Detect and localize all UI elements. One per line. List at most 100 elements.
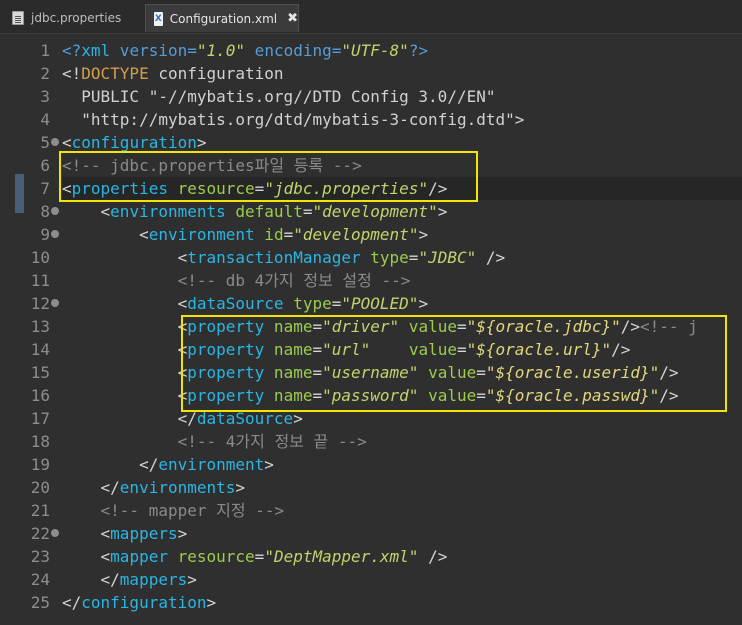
code-token: ?> (408, 41, 429, 60)
fold-toggle-icon[interactable] (51, 529, 59, 537)
code-token: > (418, 225, 429, 244)
line-number: 2 (40, 64, 50, 83)
code-line[interactable]: <environments default="development"> (62, 200, 448, 223)
code-token: > (187, 570, 197, 589)
code-line[interactable]: <dataSource type="POOLED"> (62, 292, 428, 315)
code-token: "1.0" (196, 41, 246, 60)
code-token: = (283, 225, 294, 244)
code-line[interactable]: <!-- 4가지 정보 끝 --> (62, 430, 367, 453)
fold-toggle-icon[interactable] (51, 207, 59, 215)
code-token: "POOLED" (341, 294, 419, 313)
code-line[interactable]: <environment id="development"> (62, 223, 428, 246)
code-token: "development" (293, 225, 419, 244)
code-token: default (225, 202, 303, 221)
line-number: 22 (30, 524, 50, 543)
line-number: 6 (40, 156, 50, 175)
code-token: < (62, 248, 188, 267)
code-token: mappers (110, 524, 178, 543)
code-token: resource (167, 547, 255, 566)
line-number: 16 (30, 386, 50, 405)
xml-file-icon: X (154, 11, 163, 26)
code-token: < (62, 133, 72, 152)
code-token: configuration (71, 133, 197, 152)
code-token: configuration (81, 593, 207, 612)
code-token: mappers (119, 570, 188, 589)
code-token: mapper (110, 547, 168, 566)
code-token: < (62, 524, 111, 543)
code-token: <? (62, 41, 82, 60)
tab-configuration-xml[interactable]: X Configuration.xml ✖ (145, 4, 299, 32)
line-number: 13 (30, 317, 50, 336)
line-number-gutter: 1 2 3 4 5 6 7 8 9 10 11 12 13 14 15 16 17 18 19 20 21 22 23 24 2… (0, 34, 60, 625)
tab-jdbc-properties[interactable]: jdbc.properties (12, 4, 121, 32)
code-token: < (62, 202, 111, 221)
code-token: < (62, 547, 111, 566)
code-token: < (62, 294, 188, 313)
code-token: "JDBC" (418, 248, 477, 267)
code-token: > (437, 202, 448, 221)
fold-toggle-icon[interactable] (51, 299, 59, 307)
code-token: > (177, 524, 188, 543)
code-line[interactable]: </environments> (62, 476, 246, 499)
code-token: </ (62, 570, 120, 589)
line-number: 5 (40, 133, 50, 152)
highlight-box-properties (59, 151, 478, 202)
code-token: > (264, 455, 274, 474)
code-token: </ (62, 478, 120, 497)
line-number: 4 (40, 110, 50, 129)
line-number: 1 (40, 41, 50, 60)
line-number: 15 (30, 363, 50, 382)
code-token: < (62, 363, 188, 382)
close-icon[interactable]: ✖ (287, 11, 298, 26)
fold-toggle-icon[interactable] (51, 230, 59, 238)
code-token: "development" (312, 202, 438, 221)
code-token: configuration (148, 64, 284, 83)
code-token: > (206, 593, 217, 612)
line-number: 24 (30, 570, 50, 589)
code-token: > (235, 478, 246, 497)
line-number: 3 (40, 87, 50, 106)
code-line[interactable]: "http://mybatis.org/dtd/mybatis-3-config… (62, 108, 524, 131)
line-number: 17 (30, 409, 50, 428)
code-line[interactable]: </mappers> (62, 568, 197, 591)
code-token: < (62, 386, 188, 405)
code-line[interactable]: </environment> (62, 453, 274, 476)
code-line[interactable]: <!DOCTYPE configuration (62, 62, 284, 85)
code-token: "http://mybatis.org/dtd/mybatis-3-config… (62, 110, 515, 129)
tab-label: Configuration.xml (169, 11, 278, 26)
line-number: 25 (30, 593, 50, 612)
code-token: /> (418, 547, 448, 566)
code-line[interactable]: <?xml version="1.0" encoding="UTF-8"?> (62, 39, 428, 62)
code-token: "UTF-8" (341, 41, 409, 60)
code-editor[interactable]: 1 2 3 4 5 6 7 8 9 10 11 12 13 14 15 16 17 18 19 20 21 22 23 24 2… (0, 34, 742, 625)
code-line[interactable]: <transactionManager type="JDBC" /> (62, 246, 506, 269)
code-token: transactionManager (187, 248, 361, 267)
line-number: 21 (30, 501, 50, 520)
code-line[interactable]: <!-- mapper 지정 --> (62, 499, 285, 522)
code-line[interactable]: <!-- db 4가지 정보 설정 --> (62, 269, 411, 292)
code-token: </ (62, 593, 82, 612)
code-token: > (196, 133, 207, 152)
highlight-box-datasource-properties (181, 315, 727, 412)
code-token: </ (62, 409, 197, 428)
code-token: version= (110, 41, 197, 60)
properties-file-icon (12, 11, 24, 25)
code-token: dataSource (187, 294, 284, 313)
code-token: <! (62, 64, 82, 83)
line-number: 7 (40, 179, 50, 198)
code-line[interactable]: <mapper resource="DeptMapper.xml" /> (62, 545, 448, 568)
line-number: 23 (30, 547, 50, 566)
code-line[interactable]: </configuration> (62, 591, 216, 614)
code-token: id (254, 225, 284, 244)
code-line[interactable]: <mappers> (62, 522, 188, 545)
fold-toggle-icon[interactable] (51, 138, 59, 146)
code-token: </ (62, 455, 159, 474)
code-token: PUBLIC "-//mybatis.org//DTD Config 3.0//… (62, 87, 496, 106)
line-number: 19 (30, 455, 50, 474)
code-token: encoding= (245, 41, 342, 60)
code-token: < (62, 317, 188, 336)
line-number: 14 (30, 340, 50, 359)
code-line[interactable]: PUBLIC "-//mybatis.org//DTD Config 3.0//… (62, 85, 495, 108)
code-token: DOCTYPE (81, 64, 149, 83)
code-token: type (360, 248, 409, 267)
